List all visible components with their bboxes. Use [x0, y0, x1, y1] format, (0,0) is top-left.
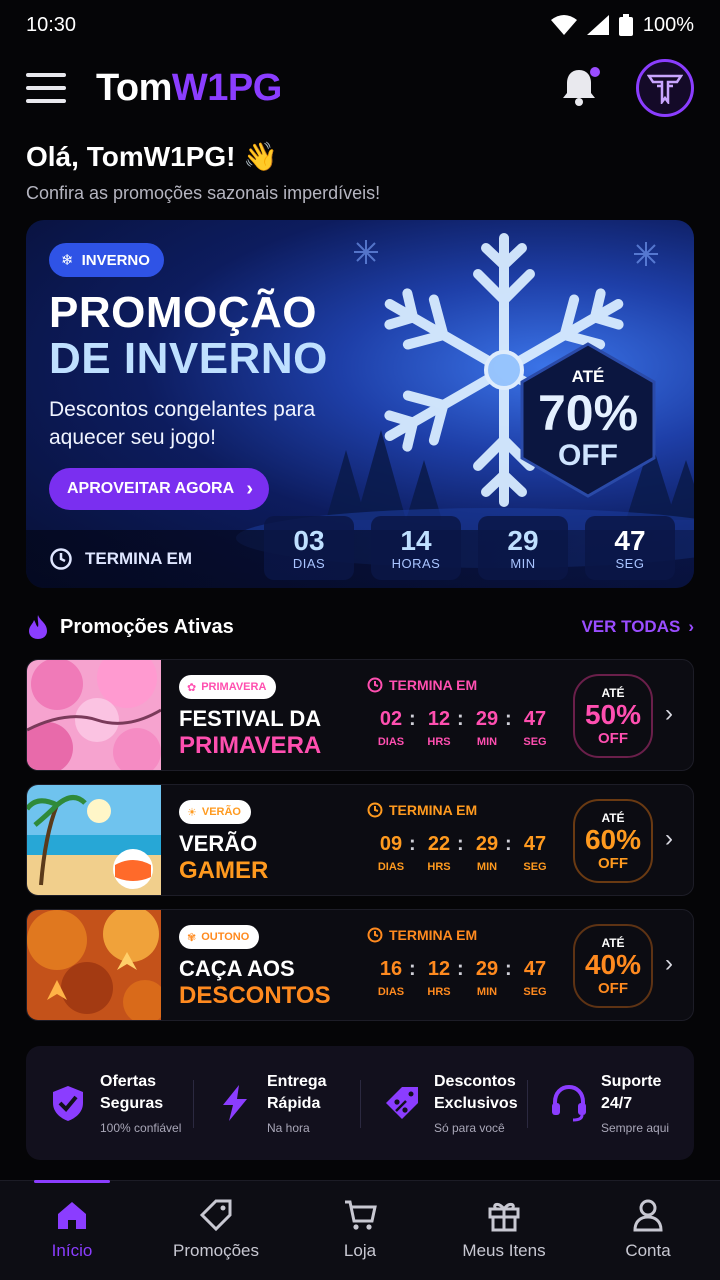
notification-dot — [590, 67, 600, 77]
chevron-right-icon: › — [246, 477, 253, 500]
battery-level: 100% — [642, 13, 694, 36]
season-tag: ❄ INVERNO — [49, 243, 164, 277]
status-time: 10:30 — [26, 13, 77, 36]
clock-icon — [367, 927, 383, 943]
features-strip: Ofertas Seguras 100% confiável Entrega Rápi… — [26, 1046, 694, 1160]
chevron-right-icon: › — [665, 825, 673, 852]
hero-title-line2: DE INVERNO — [49, 334, 328, 383]
nav-item-home[interactable]: Início — [0, 1180, 144, 1280]
percent-tag-icon — [386, 1087, 418, 1119]
autumn-leaves-thumbnail — [27, 910, 161, 1020]
snowflake-icon: ❄ — [61, 252, 74, 269]
clock-icon — [367, 802, 383, 818]
ends-label: TERMINA EM — [367, 677, 477, 693]
nav-item-my-items[interactable]: Meus Itens — [432, 1181, 576, 1280]
nav-item-promotions[interactable]: Promoções — [144, 1181, 288, 1280]
headset-icon — [552, 1084, 586, 1122]
promo-title-line2: GAMER — [179, 857, 269, 884]
countdown-minutes: 29 MIN — [478, 516, 568, 580]
notification-bell-icon[interactable] — [560, 67, 600, 107]
promo-timer: 02 DIAS 12 HRS 29 MIN 47 SEG ::: — [377, 708, 547, 748]
take-advantage-button[interactable]: APROVEITAR AGORA › — [49, 468, 269, 510]
summer-beach-thumbnail — [27, 785, 161, 895]
battery-icon — [618, 14, 633, 36]
promo-discount-badge: ATÉ 50% OFF — [573, 674, 653, 758]
countdown-hours: 14 HORAS — [371, 516, 461, 580]
countdown-seconds: 47 SEG — [585, 516, 675, 580]
home-icon — [58, 1202, 86, 1229]
signal-icon — [586, 15, 609, 35]
sun-icon: ☀ — [187, 806, 197, 819]
greeting-subtitle: Confira as promoções sazonais imperdívei… — [26, 183, 381, 203]
promo-timer: 09 DIAS 22 HRS 29 MIN 47 SEG ::: — [377, 833, 547, 873]
promo-title-line2: PRIMAVERA — [179, 732, 322, 759]
promo-discount-badge: ATÉ 60% OFF — [573, 799, 653, 883]
countdown-days: 03 DIAS — [264, 516, 354, 580]
feature-exclusive-discounts: Descontos Exclusivos Só para você — [360, 1046, 527, 1160]
lightning-icon — [223, 1085, 247, 1121]
tag-icon — [199, 1199, 232, 1232]
bottom-nav: Início Promoções Loja Meus Itens Conta — [0, 1180, 720, 1280]
spring-blossom-thumbnail — [27, 660, 161, 770]
clock-icon — [50, 548, 72, 570]
season-tag: ☀ VERÃO — [179, 800, 251, 824]
promo-card-spring[interactable]: ✿ PRIMAVERA FESTIVAL DA PRIMAVERA TERMIN… — [26, 659, 694, 771]
promo-timer: 16 DIAS 12 HRS 29 MIN 47 SEG ::: — [377, 958, 547, 998]
chevron-right-icon: › — [665, 700, 673, 727]
chevron-right-icon: › — [688, 617, 694, 636]
hero-title-line1: PROMOÇÃO — [49, 288, 317, 337]
promo-title-line2: DESCONTOS — [179, 982, 331, 1009]
ends-label: TERMINA EM — [367, 927, 477, 943]
menu-icon[interactable] — [26, 73, 66, 103]
feature-fast-delivery: Entrega Rápida Na hora — [193, 1046, 360, 1160]
season-tag: ✾ OUTONO — [179, 925, 260, 949]
promo-card-autumn[interactable]: ✾ OUTONO CAÇA AOS DESCONTOS TERMINA EM 1… — [26, 909, 694, 1021]
leaf-icon: ✾ — [187, 931, 197, 944]
feature-secure-offers: Ofertas Seguras 100% confiável — [26, 1046, 193, 1160]
avatar[interactable] — [636, 59, 694, 117]
see-all-link[interactable]: VER TODAS › — [581, 617, 694, 637]
chevron-right-icon: › — [665, 950, 673, 977]
top-bar: TomW1PG — [0, 55, 720, 121]
user-icon — [633, 1199, 663, 1232]
section-title: Promoções Ativas — [26, 614, 234, 640]
promo-title-line1: CAÇA AOS — [179, 956, 295, 981]
flower-icon: ✿ — [187, 681, 197, 694]
greeting-title: Olá, TomW1PG! 👋 — [26, 141, 279, 172]
status-bar: 10:30 100% — [0, 0, 720, 50]
promo-title-line1: VERÃO — [179, 831, 258, 856]
discount-badge: ATÉ 70% OFF — [537, 367, 639, 472]
cart-icon — [345, 1200, 377, 1230]
nav-item-store[interactable]: Loja — [288, 1181, 432, 1280]
shield-check-icon — [53, 1086, 83, 1121]
app-logo[interactable]: TomW1PG — [96, 67, 282, 110]
season-tag: ✿ PRIMAVERA — [179, 675, 277, 699]
feature-support: Suporte 24/7 Sempre aqui — [527, 1046, 694, 1160]
nav-item-account[interactable]: Conta — [576, 1181, 720, 1280]
ends-label: TERMINA EM — [367, 802, 477, 818]
flame-icon — [29, 615, 47, 639]
promo-card-summer[interactable]: ☀ VERÃO VERÃO GAMER TERMINA EM 09 DIAS 22… — [26, 784, 694, 896]
wifi-icon — [550, 15, 577, 35]
gift-icon — [488, 1202, 520, 1232]
promo-title-line1: FESTIVAL DA — [179, 706, 322, 731]
hero-description: Descontos congelantes para aquecer seu j… — [49, 398, 316, 449]
clock-icon — [367, 677, 383, 693]
winter-promo-banner[interactable]: ATÉ 70% OFF ❄ INVERNO PROMOÇÃO DE INVERN… — [26, 220, 694, 588]
promo-discount-badge: ATÉ 40% OFF — [573, 924, 653, 1008]
